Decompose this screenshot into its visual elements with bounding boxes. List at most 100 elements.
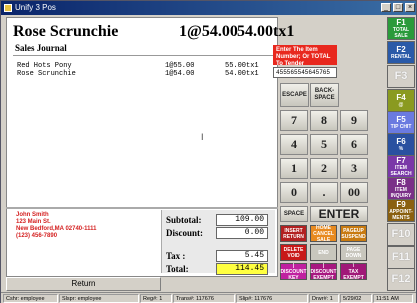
- return-button[interactable]: Return: [6, 277, 161, 291]
- f7-item-search-key[interactable]: F7 ITEM SEARCH: [387, 155, 415, 178]
- key-sublabel: DISCOUNT EXEMPT: [310, 268, 337, 281]
- journal-desc: Rose Scrunchie: [17, 70, 76, 78]
- key-sublabel: VOID: [287, 252, 300, 259]
- pos-window: Unify 3 Pos _ □ × Rose Scrunchie 1@54.00…: [0, 0, 417, 303]
- f10-key[interactable]: F10: [387, 223, 415, 246]
- key-sublabel: SUSPEND: [341, 233, 366, 240]
- fkey-label: F1: [396, 17, 406, 27]
- journal-divider: [13, 55, 277, 56]
- f8-item-inquiry-key[interactable]: F8 ITEM INQUIRY: [387, 177, 415, 200]
- key-9[interactable]: 9: [340, 110, 368, 131]
- journal-row: Rose Scrunchie 1@54.00 54.00tx1: [17, 70, 267, 79]
- f9-appointments-key[interactable]: F9 APPOINT-MENTS: [387, 199, 415, 222]
- window-title: Unify 3 Pos: [15, 3, 56, 12]
- current-item-price: 54.00tx1: [237, 23, 295, 40]
- enter-key[interactable]: ENTER: [310, 206, 368, 222]
- fkey-sublabel: TOTAL SALE: [392, 26, 410, 39]
- fkey-sublabel: ITEM INQUIRY: [390, 186, 412, 199]
- f2-rental-key[interactable]: F2 RENTAL: [387, 41, 415, 64]
- status-drawer: Drwr#: 1: [309, 294, 339, 303]
- key-double-zero[interactable]: 00: [340, 182, 368, 203]
- key-4[interactable]: 4: [280, 134, 308, 155]
- key-3[interactable]: 3: [340, 158, 368, 179]
- f12-key[interactable]: F12: [387, 268, 415, 291]
- fkey-label: F4: [396, 92, 406, 102]
- discount-label: Discount:: [166, 228, 204, 238]
- maximize-button[interactable]: □: [393, 3, 403, 12]
- key-label: PAGE DOWN: [345, 246, 362, 259]
- subtotal-value: 109.00: [216, 214, 268, 226]
- fkey-label: F7: [396, 155, 406, 165]
- fkey-label: F8: [396, 177, 406, 187]
- tax-label: Tax :: [166, 251, 186, 261]
- journal-qty: 1@54.00: [165, 70, 195, 78]
- status-salesperson: Slspr: employee: [59, 294, 139, 303]
- total-value: 114.45: [216, 263, 268, 275]
- fkey-label: F6: [396, 136, 406, 146]
- subtotal-label: Subtotal:: [166, 215, 202, 225]
- f11-key[interactable]: F11: [387, 246, 415, 269]
- fkey-sublabel: %: [398, 145, 404, 152]
- key-5[interactable]: 5: [310, 134, 338, 155]
- journal-desc: Red Hots Pony: [17, 62, 72, 70]
- key-7[interactable]: 7: [280, 110, 308, 131]
- fkey-label: F2: [396, 44, 406, 54]
- fkey-sublabel: APPOINT-MENTS: [389, 208, 413, 221]
- fkey-label: F3: [394, 70, 408, 82]
- f4-at-key[interactable]: F4 @: [387, 89, 415, 112]
- key-8[interactable]: 8: [310, 110, 338, 131]
- status-cashier: Cshr: employee: [3, 294, 58, 303]
- key-0[interactable]: 0: [280, 182, 308, 203]
- fkey-sublabel: TIP CHIT: [390, 123, 412, 130]
- text-cursor-icon: I: [201, 132, 204, 142]
- pageup-suspend-key[interactable]: PAGEUP SUSPEND: [340, 225, 367, 242]
- key-6[interactable]: 6: [340, 134, 368, 155]
- key-sublabel: DISCOUNT KEY: [280, 268, 307, 281]
- discount-exempt-key[interactable]: | DISCOUNT EXEMPT: [310, 263, 337, 281]
- status-time: 11:51 AM: [373, 294, 413, 303]
- f6-percent-key[interactable]: F6%: [387, 133, 415, 156]
- title-bar: Unify 3 Pos _ □ ×: [1, 1, 416, 15]
- fkey-label: F9: [396, 199, 406, 209]
- panel-divider: [6, 207, 278, 209]
- fkey-sublabel: @: [398, 101, 404, 108]
- customer-phone: (123) 456-7890: [16, 233, 58, 239]
- f3-key[interactable]: F3: [387, 65, 415, 88]
- discount-key[interactable]: | DISCOUNT KEY: [280, 263, 307, 281]
- journal-title: Sales Journal: [15, 43, 67, 53]
- close-button[interactable]: ×: [405, 3, 415, 12]
- total-label: Total:: [166, 264, 189, 274]
- journal-qty: 1@55.00: [165, 62, 195, 70]
- end-key[interactable]: END: [310, 244, 337, 261]
- status-slip: Slip#: 117676: [236, 294, 308, 303]
- key-decimal[interactable]: .: [310, 182, 338, 203]
- tax-value: 5.45: [216, 250, 268, 262]
- tax-exempt-key[interactable]: \ TAX EXEMPT: [340, 263, 367, 281]
- item-number-input[interactable]: 455565545645765: [273, 67, 337, 78]
- current-item-qty: 1@54.00: [179, 23, 238, 40]
- fkey-label: F10: [391, 228, 411, 240]
- key-1[interactable]: 1: [280, 158, 308, 179]
- f1-total-sale-key[interactable]: F1 TOTAL SALE: [387, 17, 415, 40]
- customer-info[interactable]: John Smith 123 Main St. New Bedford,MA 0…: [16, 212, 96, 240]
- journal-amt: 55.00tx1: [225, 62, 259, 70]
- page-down-key[interactable]: PAGE DOWN: [340, 244, 367, 261]
- space-key[interactable]: SPACE: [280, 206, 308, 222]
- fkey-sublabel: ITEM SEARCH: [390, 164, 412, 177]
- fkey-label: F12: [391, 273, 411, 285]
- home-cancel-sale-key[interactable]: HOME CANCEL SALE: [310, 225, 337, 243]
- f5-tip-chit-key[interactable]: F5 TIP CHIT: [387, 111, 415, 134]
- delete-void-key[interactable]: DELETE VOID: [280, 244, 307, 261]
- status-register: Reg#: 1: [140, 294, 172, 303]
- key-label: END: [318, 249, 329, 256]
- customer-name: John Smith: [16, 212, 49, 218]
- key-2[interactable]: 2: [310, 158, 338, 179]
- current-item-name: Rose Scrunchie: [13, 23, 119, 40]
- key-sublabel: TAX EXEMPT: [343, 268, 364, 281]
- insert-return-key[interactable]: INSERT RETURN: [280, 225, 307, 242]
- customer-address2: New Bedford,MA 02740-1111: [16, 226, 97, 232]
- escape-key[interactable]: ESCAPE: [280, 83, 309, 107]
- journal-amt: 54.00tx1: [225, 70, 259, 78]
- minimize-button[interactable]: _: [381, 3, 391, 12]
- backspace-key[interactable]: BACK-SPACE: [310, 83, 339, 107]
